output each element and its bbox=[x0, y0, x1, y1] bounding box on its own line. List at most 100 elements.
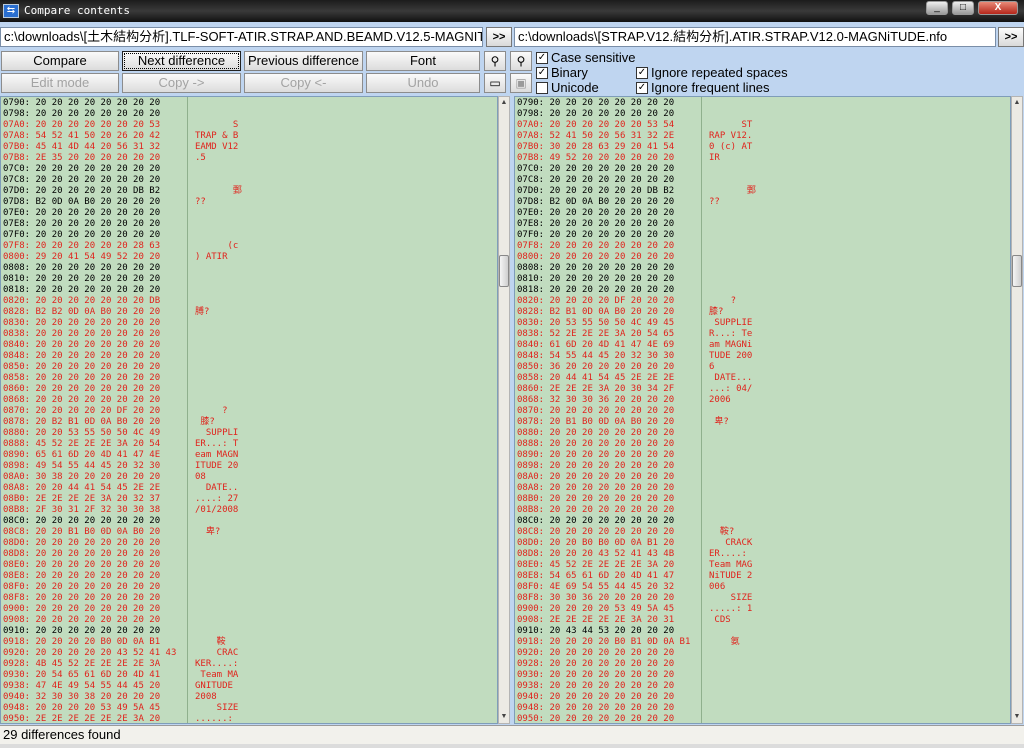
scroll-thumb[interactable] bbox=[499, 255, 509, 287]
edit-mode-button[interactable]: Edit mode bbox=[1, 73, 119, 93]
window-icon[interactable]: ▭ bbox=[484, 73, 506, 93]
ascii-line: ......: bbox=[195, 714, 233, 724]
right-file-path-input[interactable]: c:\downloads\[STRAP.V12.結构分析].ATIR.STRAP… bbox=[514, 27, 996, 47]
left-vertical-scrollbar[interactable]: ▲ ▼ bbox=[498, 96, 510, 724]
checkbox-check-icon: ✓ bbox=[536, 67, 548, 79]
ascii-line: SIZE bbox=[195, 703, 239, 713]
right-browse-button[interactable]: >> bbox=[998, 27, 1024, 47]
hex-line: 08C0: 20 20 20 20 20 20 20 20 bbox=[3, 516, 161, 526]
close-button[interactable]: X bbox=[978, 1, 1018, 15]
hex-line: 0838: 20 20 20 20 20 20 20 20 bbox=[3, 329, 161, 339]
hex-line: 08F0: 4E 69 54 55 44 45 20 32 bbox=[517, 582, 675, 592]
ascii-line: CDS bbox=[709, 615, 731, 625]
ascii-line: 鞍 bbox=[195, 637, 226, 647]
hex-line: 0850: 20 20 20 20 20 20 20 20 bbox=[3, 362, 161, 372]
hex-line: 0828: B2 B1 0D 0A B0 20 20 20 bbox=[517, 307, 675, 317]
ascii-line bbox=[195, 285, 497, 296]
hex-ascii-divider bbox=[187, 97, 188, 723]
hex-line: 08D0: 20 20 20 20 20 20 20 20 bbox=[3, 538, 161, 548]
font-button[interactable]: Font bbox=[366, 51, 480, 71]
ascii-line: am MAGNi bbox=[709, 340, 753, 350]
ascii-line bbox=[709, 164, 1010, 175]
ascii-line: EAMD V12 bbox=[195, 142, 239, 152]
ascii-line: 卑? bbox=[709, 417, 729, 427]
scroll-up-icon[interactable]: ▲ bbox=[1012, 97, 1022, 109]
ascii-line bbox=[195, 384, 497, 395]
ascii-line: ) ATIR bbox=[195, 252, 228, 262]
ascii-line bbox=[709, 483, 1010, 494]
undo-button[interactable]: Undo bbox=[366, 73, 480, 93]
hex-line: 07B0: 30 20 28 63 29 20 41 54 bbox=[517, 142, 675, 152]
ascii-line bbox=[195, 263, 497, 274]
ascii-line: 膝? bbox=[709, 307, 724, 317]
next-difference-button[interactable]: Next difference bbox=[122, 51, 241, 71]
ascii-line bbox=[709, 252, 1010, 263]
ascii-line bbox=[709, 241, 1010, 252]
ignore-repeated-spaces-checkbox[interactable]: ✓ Ignore repeated spaces bbox=[636, 66, 788, 80]
maximize-button[interactable]: □ bbox=[952, 1, 974, 15]
ascii-line bbox=[709, 175, 1010, 186]
hex-line: 0870: 20 20 20 20 20 DF 20 20 bbox=[3, 406, 161, 416]
previous-difference-button[interactable]: Previous difference bbox=[244, 51, 363, 71]
hex-line: 07B8: 49 52 20 20 20 20 20 20 bbox=[517, 153, 675, 163]
ascii-line: ....: 27 bbox=[195, 494, 239, 504]
binary-checkbox[interactable]: ✓ Binary bbox=[536, 66, 588, 80]
copy-right-button[interactable]: Copy -> bbox=[122, 73, 241, 93]
binary-label: Binary bbox=[551, 65, 588, 80]
unicode-checkbox[interactable]: Unicode bbox=[536, 81, 599, 95]
hex-line: 0948: 20 20 20 20 53 49 5A 45 bbox=[3, 703, 161, 713]
left-hex-pane[interactable]: 0790: 20 20 20 20 20 20 20 20 0798: 20 20… bbox=[0, 96, 498, 724]
binoculars-icon[interactable]: ⚲ bbox=[484, 51, 506, 71]
ascii-line: ?? bbox=[709, 197, 720, 207]
case-sensitive-checkbox[interactable]: ✓ Case sensitive bbox=[536, 51, 636, 65]
ascii-line: ER...: T bbox=[195, 439, 239, 449]
right-hex-pane[interactable]: 0790: 20 20 20 20 20 20 20 20 0798: 20 20… bbox=[514, 96, 1011, 724]
hex-line: 0888: 20 20 20 20 20 20 20 20 bbox=[517, 439, 675, 449]
hex-line: 0820: 20 20 20 20 DF 20 20 20 bbox=[517, 296, 675, 306]
ascii-line: .5 bbox=[195, 153, 206, 163]
hex-line: 0808: 20 20 20 20 20 20 20 20 bbox=[3, 263, 161, 273]
scroll-up-icon[interactable]: ▲ bbox=[499, 97, 509, 109]
save-disk-icon[interactable]: ▣ bbox=[510, 73, 532, 93]
hex-line: 0920: 20 20 20 20 20 43 52 41 43 bbox=[3, 648, 177, 658]
ascii-line: DATE... bbox=[709, 373, 753, 383]
hex-line: 0880: 20 20 20 20 20 20 20 20 bbox=[517, 428, 675, 438]
hex-line: 07D0: 20 20 20 20 20 20 DB B2 bbox=[3, 186, 161, 196]
ascii-line bbox=[709, 230, 1010, 241]
left-file-path-input[interactable]: c:\downloads\[土木結构分析].TLF-SOFT-ATIR.STRA… bbox=[0, 27, 483, 47]
hex-line: 0908: 20 20 20 20 20 20 20 20 bbox=[3, 615, 161, 625]
ascii-line: CRACK bbox=[709, 538, 753, 548]
ascii-line: Team MA bbox=[195, 670, 239, 680]
hex-line: 07C0: 20 20 20 20 20 20 20 20 bbox=[3, 164, 161, 174]
ascii-line bbox=[709, 219, 1010, 230]
ascii-line bbox=[195, 516, 497, 527]
ascii-line bbox=[709, 450, 1010, 461]
ascii-line bbox=[709, 505, 1010, 516]
left-browse-button[interactable]: >> bbox=[486, 27, 512, 47]
hex-line: 0898: 20 20 20 20 20 20 20 20 bbox=[517, 461, 675, 471]
hex-line: 0898: 49 54 55 44 45 20 32 30 bbox=[3, 461, 161, 471]
unicode-label: Unicode bbox=[551, 80, 599, 95]
hex-line: 0878: 20 B1 B0 0D 0A B0 20 20 bbox=[517, 417, 675, 427]
copy-left-button[interactable]: Copy <- bbox=[244, 73, 363, 93]
scroll-down-icon[interactable]: ▼ bbox=[499, 711, 509, 723]
hex-line: 08D8: 20 20 20 20 20 20 20 20 bbox=[3, 549, 161, 559]
right-vertical-scrollbar[interactable]: ▲ ▼ bbox=[1011, 96, 1023, 724]
ascii-line bbox=[195, 373, 497, 384]
compare-button[interactable]: Compare bbox=[1, 51, 119, 71]
scroll-thumb[interactable] bbox=[1012, 255, 1022, 287]
hex-line: 08D0: 20 20 B0 B0 0D 0A B1 20 bbox=[517, 538, 675, 548]
hex-line: 08B0: 2E 2E 2E 2E 3A 20 32 37 bbox=[3, 494, 161, 504]
hex-line: 07F8: 20 20 20 20 20 20 28 63 bbox=[3, 241, 161, 251]
ignore-frequent-lines-checkbox[interactable]: ✓ Ignore frequent lines bbox=[636, 81, 770, 95]
minimize-button[interactable]: _ bbox=[926, 1, 948, 15]
ascii-line bbox=[195, 362, 497, 373]
ascii-line: 0 (c) AT bbox=[709, 142, 753, 152]
scroll-down-icon[interactable]: ▼ bbox=[1012, 711, 1022, 723]
hex-line: 0858: 20 44 41 54 45 2E 2E 2E bbox=[517, 373, 675, 383]
ascii-line bbox=[709, 681, 1010, 692]
binoculars-next-icon[interactable]: ⚲ bbox=[510, 51, 532, 71]
hex-line: 07A0: 20 20 20 20 20 20 20 53 bbox=[3, 120, 161, 130]
ascii-line: TUDE 200 bbox=[709, 351, 753, 361]
checkbox-check-icon: ✓ bbox=[536, 52, 548, 64]
